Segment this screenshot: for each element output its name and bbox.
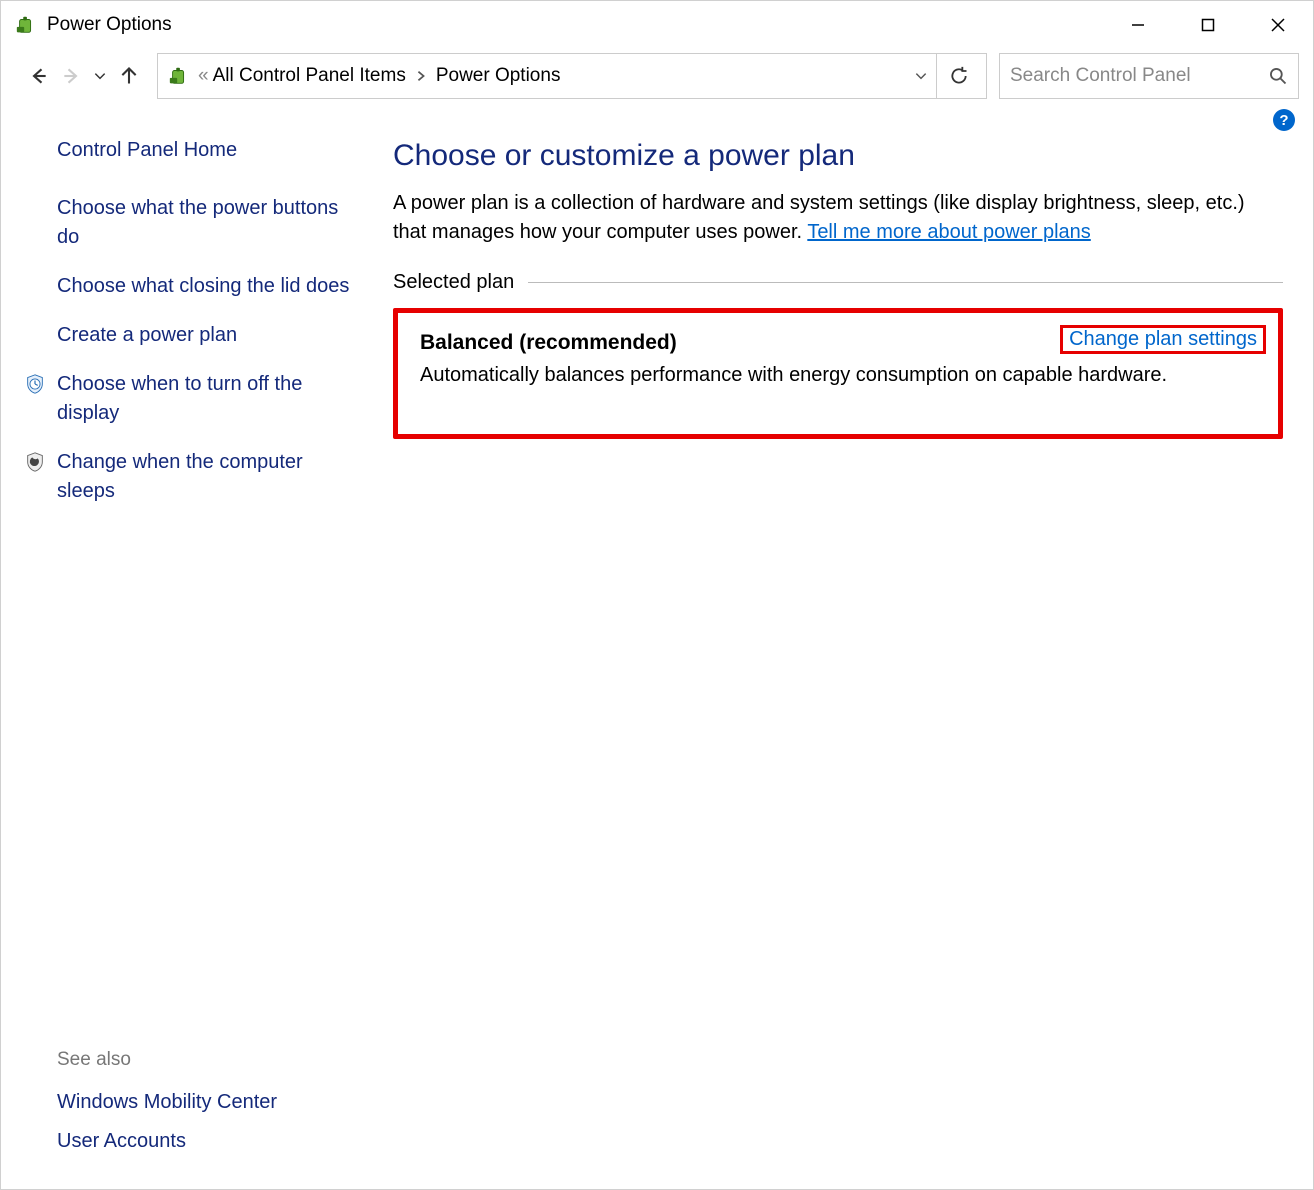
sidebar-link-power-buttons[interactable]: Choose what the power buttons do bbox=[57, 194, 361, 252]
help-button[interactable]: ? bbox=[1273, 109, 1295, 131]
section-label: Selected plan bbox=[393, 271, 514, 294]
see-also-user-accounts[interactable]: User Accounts bbox=[57, 1130, 361, 1153]
maximize-button[interactable] bbox=[1173, 1, 1243, 49]
plan-description: Automatically balances performance with … bbox=[420, 361, 1256, 390]
up-button[interactable] bbox=[115, 62, 143, 90]
sidebar-item-label: Choose when to turn off the display bbox=[57, 373, 302, 424]
page-heading: Choose or customize a power plan bbox=[393, 139, 1283, 173]
change-plan-settings-link[interactable]: Change plan settings bbox=[1060, 325, 1266, 354]
close-button[interactable] bbox=[1243, 1, 1313, 49]
plan-header: Balanced (recommended) Change plan setti… bbox=[420, 331, 1256, 355]
titlebar: Power Options bbox=[1, 1, 1313, 49]
shield-moon-icon bbox=[23, 450, 47, 474]
see-also-section: See also Windows Mobility Center User Ac… bbox=[57, 1049, 361, 1169]
battery-icon bbox=[166, 65, 192, 87]
sidebar-link-turn-off-display[interactable]: Choose when to turn off the display bbox=[57, 370, 361, 428]
navbar: « All Control Panel Items Power Options bbox=[1, 49, 1313, 103]
body: Control Panel Home Choose what the power… bbox=[1, 131, 1313, 1189]
page-description: A power plan is a collection of hardware… bbox=[393, 189, 1283, 247]
plan-name: Balanced (recommended) bbox=[420, 331, 677, 355]
sidebar-link-computer-sleeps[interactable]: Change when the computer sleeps bbox=[57, 448, 361, 506]
search-input[interactable] bbox=[1010, 65, 1262, 87]
address-bar[interactable]: « All Control Panel Items Power Options bbox=[157, 53, 987, 99]
window-controls bbox=[1103, 1, 1313, 49]
search-box[interactable] bbox=[999, 53, 1299, 99]
search-icon[interactable] bbox=[1268, 66, 1288, 86]
sidebar-link-closing-lid[interactable]: Choose what closing the lid does bbox=[57, 272, 361, 301]
breadcrumb-item[interactable]: Power Options bbox=[436, 65, 561, 87]
divider bbox=[528, 282, 1283, 283]
forward-button[interactable] bbox=[57, 62, 85, 90]
see-also-title: See also bbox=[57, 1049, 361, 1071]
selected-plan-highlight: Balanced (recommended) Change plan setti… bbox=[393, 308, 1283, 439]
sidebar-link-create-plan[interactable]: Create a power plan bbox=[57, 321, 361, 350]
window-title: Power Options bbox=[47, 14, 172, 36]
chevron-right-icon bbox=[410, 70, 432, 82]
back-button[interactable] bbox=[25, 62, 53, 90]
breadcrumb-prefix: « bbox=[198, 65, 209, 87]
battery-icon bbox=[15, 14, 37, 36]
breadcrumb: « All Control Panel Items Power Options bbox=[198, 65, 560, 87]
minimize-button[interactable] bbox=[1103, 1, 1173, 49]
window: Power Options bbox=[0, 0, 1314, 1190]
section-header: Selected plan bbox=[393, 271, 1283, 294]
sidebar: Control Panel Home Choose what the power… bbox=[1, 131, 381, 1189]
address-dropdown-button[interactable] bbox=[904, 54, 936, 98]
breadcrumb-item[interactable]: All Control Panel Items bbox=[213, 65, 406, 87]
shield-clock-icon bbox=[23, 372, 47, 396]
recent-locations-button[interactable] bbox=[89, 69, 111, 83]
help-row: ? bbox=[1, 103, 1313, 131]
tell-me-more-link[interactable]: Tell me more about power plans bbox=[807, 221, 1090, 243]
control-panel-home-link[interactable]: Control Panel Home bbox=[57, 139, 361, 162]
sidebar-item-label: Change when the computer sleeps bbox=[57, 451, 303, 502]
see-also-mobility-center[interactable]: Windows Mobility Center bbox=[57, 1091, 361, 1114]
main-content: Choose or customize a power plan A power… bbox=[381, 131, 1313, 1189]
refresh-button[interactable] bbox=[936, 54, 980, 98]
